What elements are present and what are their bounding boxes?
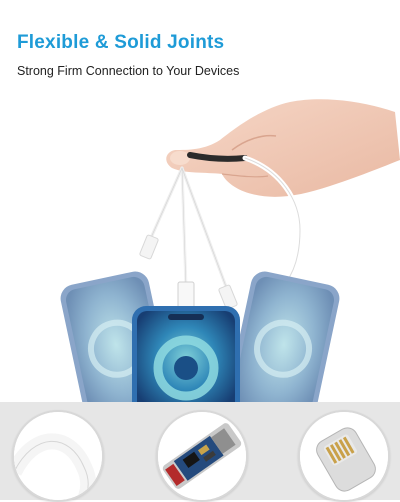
lightning-connector-detail xyxy=(298,410,390,502)
cable-pcb-detail xyxy=(156,410,248,502)
cable-bend-detail xyxy=(12,410,104,502)
